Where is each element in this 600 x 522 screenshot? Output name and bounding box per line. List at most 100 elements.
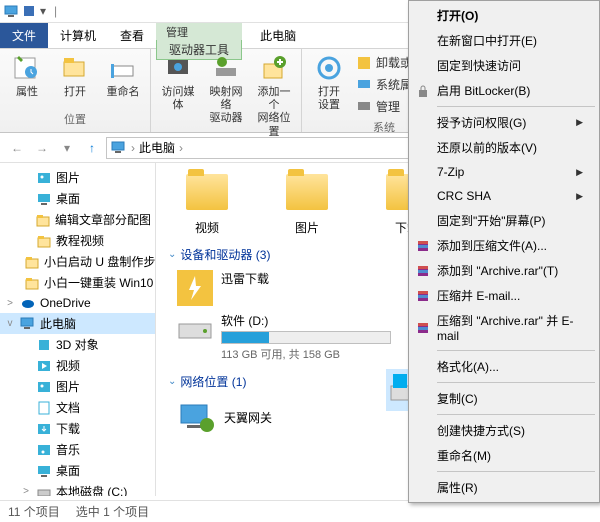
btn-access-media[interactable]: 访问媒体	[157, 52, 199, 112]
music-icon	[36, 442, 52, 458]
context-menu: 打开(O)在新窗口中打开(E)固定到快速访问启用 BitLocker(B) 授予访…	[408, 0, 600, 503]
blank-icon	[415, 391, 431, 407]
folder-item[interactable]: 视频	[172, 169, 242, 238]
folder-item[interactable]: 图片	[272, 169, 342, 238]
blank-icon	[415, 115, 431, 131]
menu-item[interactable]: 授予访问权限(G)▶	[411, 110, 597, 135]
folder-icon	[35, 212, 51, 228]
blank-icon	[415, 164, 431, 180]
pictures-icon	[36, 170, 52, 186]
pictures-icon	[36, 379, 52, 395]
rar-icon	[415, 288, 431, 304]
tree-node[interactable]: 音乐	[0, 439, 155, 460]
blank-icon	[415, 140, 431, 156]
videos-icon	[36, 358, 52, 374]
folder-icon	[24, 254, 40, 270]
btn-map-drive[interactable]: 映射网络 驱动器	[205, 52, 247, 126]
folder-icon	[36, 233, 52, 249]
3d-icon	[36, 337, 52, 353]
tree-node[interactable]: 图片	[0, 376, 155, 397]
menu-item[interactable]: 固定到"开始"屏幕(P)	[411, 208, 597, 233]
blank-icon	[415, 33, 431, 49]
menu-item[interactable]: 添加到压缩文件(A)...	[411, 233, 597, 258]
drive-item[interactable]: 迅雷下载	[174, 267, 384, 309]
menu-item[interactable]: 压缩并 E-mail...	[411, 283, 597, 308]
tree-node[interactable]: 编辑文章部分配图	[0, 209, 155, 230]
nav-tree[interactable]: 图片桌面编辑文章部分配图教程视频小白启动 U 盘制作步小白一键重装 Win10>…	[0, 163, 156, 496]
menu-item[interactable]: 在新窗口中打开(E)	[411, 28, 597, 53]
desktop-icon	[36, 463, 52, 479]
menu-item[interactable]: 创建快捷方式(S)	[411, 418, 597, 443]
tree-node[interactable]: 文档	[0, 397, 155, 418]
thispc-icon	[4, 4, 18, 18]
btn-properties[interactable]: 属性	[6, 52, 48, 99]
blank-icon	[415, 8, 431, 24]
btn-open[interactable]: 打开	[54, 52, 96, 99]
btn-open-settings[interactable]: 打开 设置	[308, 52, 350, 112]
menu-item[interactable]: 还原以前的版本(V)	[411, 135, 597, 160]
chevron-down-icon: ⌄	[168, 376, 176, 387]
tree-node[interactable]: v此电脑	[0, 313, 155, 334]
btn-rename[interactable]: 重命名	[102, 52, 144, 99]
tree-node[interactable]: 视频	[0, 355, 155, 376]
menu-item[interactable]: 压缩到 "Archive.rar" 并 E-mail	[411, 308, 597, 347]
tree-node[interactable]: 3D 对象	[0, 334, 155, 355]
tab-file[interactable]: 文件	[0, 23, 48, 48]
nav-recent[interactable]: ▾	[56, 137, 78, 159]
tree-node[interactable]: >本地磁盘 (C:)	[0, 481, 155, 496]
blank-icon	[415, 423, 431, 439]
rar-icon	[415, 320, 431, 336]
btn-add-network-location[interactable]: 添加一个 网络位置	[253, 52, 295, 139]
menu-item[interactable]: 复制(C)	[411, 386, 597, 411]
menu-item[interactable]: 7-Zip▶	[411, 160, 597, 184]
breadcrumb-item[interactable]: 此电脑	[139, 139, 175, 156]
bitlocker-icon	[415, 83, 431, 99]
menu-item[interactable]: CRC SHA▶	[411, 184, 597, 208]
tree-node[interactable]: 教程视频	[0, 230, 155, 251]
drive-icon	[177, 312, 213, 348]
nav-forward[interactable]: →	[31, 137, 53, 159]
tab-view[interactable]: 查看	[108, 23, 156, 48]
network-location-item[interactable]: 天翼网关	[174, 394, 374, 440]
group-location-label: 位置	[6, 109, 144, 129]
menu-item[interactable]: 启用 BitLocker(B)	[411, 78, 597, 103]
downloads-icon	[36, 421, 52, 437]
tree-node[interactable]: 下载	[0, 418, 155, 439]
blank-icon	[415, 480, 431, 496]
rar-icon	[415, 238, 431, 254]
blank-icon	[415, 359, 431, 375]
menu-item[interactable]: 格式化(A)...	[411, 354, 597, 379]
drive-item[interactable]: 软件 (D:)113 GB 可用, 共 158 GB	[174, 309, 384, 365]
qat-dropdown[interactable]: ▾	[40, 4, 46, 18]
rar-icon	[415, 263, 431, 279]
tree-node[interactable]: 桌面	[0, 188, 155, 209]
nav-up[interactable]: ↑	[81, 137, 103, 159]
tree-node[interactable]: 小白启动 U 盘制作步	[0, 251, 155, 272]
blank-icon	[415, 58, 431, 74]
documents-icon	[36, 400, 52, 416]
window-title: 此电脑	[248, 23, 308, 48]
menu-item[interactable]: 打开(O)	[411, 3, 597, 28]
status-bar: 11 个项目 选中 1 个项目	[0, 500, 600, 522]
onedrive-icon	[20, 295, 36, 311]
menu-item[interactable]: 重命名(M)	[411, 443, 597, 468]
menu-item[interactable]: 添加到 "Archive.rar"(T)	[411, 258, 597, 283]
thispc-icon	[111, 140, 127, 156]
tree-node[interactable]: 小白一键重装 Win10	[0, 272, 155, 293]
tree-node[interactable]: >OneDrive	[0, 293, 155, 313]
menu-item[interactable]: 固定到快速访问	[411, 53, 597, 78]
nav-back[interactable]: ←	[6, 137, 28, 159]
qat-save-icon[interactable]	[22, 4, 36, 18]
blank-icon	[415, 188, 431, 204]
tab-computer[interactable]: 计算机	[48, 23, 108, 48]
blank-icon	[415, 213, 431, 229]
thispc-icon	[20, 316, 36, 332]
status-count: 11 个项目	[8, 503, 60, 520]
menu-item[interactable]: 属性(R)	[411, 475, 597, 500]
folder-icon	[24, 275, 40, 291]
tree-node[interactable]: 图片	[0, 167, 155, 188]
desktop-icon	[36, 191, 52, 207]
tree-node[interactable]: 桌面	[0, 460, 155, 481]
blank-icon	[415, 448, 431, 464]
contextual-header: 管理	[156, 23, 242, 40]
